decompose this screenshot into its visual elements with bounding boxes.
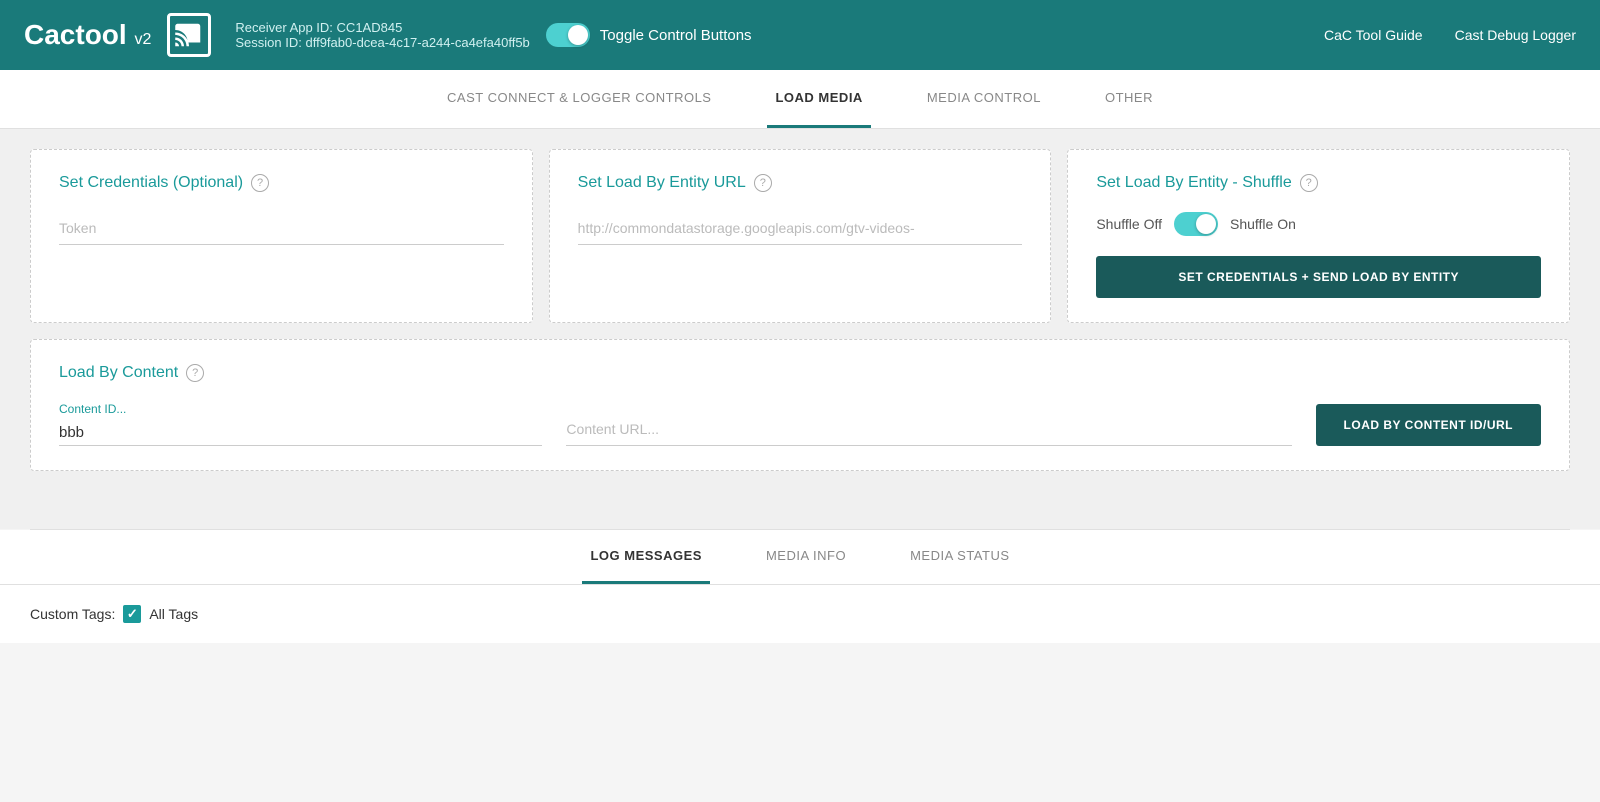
content-inputs-row: Content ID... LOAD BY CONTENT ID/URL <box>59 402 1541 446</box>
app-logo: Cactool v2 <box>24 19 151 51</box>
header-left: Cactool v2 Receiver App ID: CC1AD845 Ses… <box>24 13 752 57</box>
toggle-control-button[interactable] <box>546 23 590 47</box>
tab-other[interactable]: OTHER <box>1097 70 1161 128</box>
tab-media-status[interactable]: MEDIA STATUS <box>902 530 1017 584</box>
set-credentials-send-load-entity-button[interactable]: SET CREDENTIALS + SEND LOAD BY ENTITY <box>1096 256 1541 298</box>
bottom-tabs: LOG MESSAGES MEDIA INFO MEDIA STATUS <box>0 530 1600 585</box>
entity-url-input[interactable] <box>578 212 1023 245</box>
tab-load-media[interactable]: LOAD MEDIA <box>767 70 870 128</box>
header-nav: CaC Tool Guide Cast Debug Logger <box>1324 27 1576 43</box>
custom-tags-label: Custom Tags: <box>30 606 115 622</box>
bottom-content: Custom Tags: All Tags <box>0 585 1600 643</box>
load-by-content-card: Load By Content ? Content ID... LOAD BY … <box>30 339 1570 471</box>
custom-tags-row: Custom Tags: All Tags <box>30 605 1570 623</box>
all-tags-label: All Tags <box>149 606 198 622</box>
shuffle-help-icon[interactable]: ? <box>1300 174 1318 192</box>
shuffle-on-label: Shuffle On <box>1230 216 1296 232</box>
credentials-card-title: Set Credentials (Optional) ? <box>59 174 504 192</box>
header-ids: Receiver App ID: CC1AD845 Session ID: df… <box>235 20 529 50</box>
content-id-input[interactable] <box>59 420 542 446</box>
load-by-entity-shuffle-title: Set Load By Entity - Shuffle ? <box>1096 174 1541 192</box>
content-id-label: Content ID... <box>59 402 542 416</box>
load-content-help-icon[interactable]: ? <box>186 364 204 382</box>
credentials-help-icon[interactable]: ? <box>251 174 269 192</box>
load-by-entity-url-card: Set Load By Entity URL ? <box>549 149 1052 323</box>
main-tabs: CAST CONNECT & LOGGER CONTROLS LOAD MEDI… <box>0 70 1600 129</box>
credentials-card: Set Credentials (Optional) ? <box>30 149 533 323</box>
tab-media-info[interactable]: MEDIA INFO <box>758 530 854 584</box>
shuffle-off-label: Shuffle Off <box>1096 216 1162 232</box>
load-entity-url-help-icon[interactable]: ? <box>754 174 772 192</box>
token-input[interactable] <box>59 212 504 245</box>
load-by-entity-shuffle-card: Set Load By Entity - Shuffle ? Shuffle O… <box>1067 149 1570 323</box>
content-id-group: Content ID... <box>59 402 542 446</box>
toggle-control-label: Toggle Control Buttons <box>600 27 752 44</box>
session-id: Session ID: dff9fab0-dcea-4c17-a244-ca4e… <box>235 35 529 50</box>
cac-tool-guide-link[interactable]: CaC Tool Guide <box>1324 27 1423 43</box>
tab-cast-connect[interactable]: CAST CONNECT & LOGGER CONTROLS <box>439 70 719 128</box>
all-tags-checkbox[interactable] <box>123 605 141 623</box>
main-content: Set Credentials (Optional) ? Set Load By… <box>0 129 1600 529</box>
cast-debug-logger-link[interactable]: Cast Debug Logger <box>1455 27 1576 43</box>
load-by-content-title: Load By Content ? <box>59 364 1541 382</box>
toggle-control-section: Toggle Control Buttons <box>546 23 752 47</box>
cards-row: Set Credentials (Optional) ? Set Load By… <box>30 149 1570 323</box>
bottom-section: LOG MESSAGES MEDIA INFO MEDIA STATUS Cus… <box>0 530 1600 643</box>
tab-media-control[interactable]: MEDIA CONTROL <box>919 70 1049 128</box>
load-by-content-button[interactable]: LOAD BY CONTENT ID/URL <box>1316 404 1541 446</box>
shuffle-toggle-row: Shuffle Off Shuffle On <box>1096 212 1541 236</box>
content-url-group <box>566 413 1291 446</box>
receiver-app-id: Receiver App ID: CC1AD845 <box>235 20 529 35</box>
app-header: Cactool v2 Receiver App ID: CC1AD845 Ses… <box>0 0 1600 70</box>
cast-icon <box>167 13 211 57</box>
shuffle-toggle[interactable] <box>1174 212 1218 236</box>
load-by-entity-url-title: Set Load By Entity URL ? <box>578 174 1023 192</box>
tab-log-messages[interactable]: LOG MESSAGES <box>582 530 709 584</box>
content-url-input[interactable] <box>566 413 1291 446</box>
